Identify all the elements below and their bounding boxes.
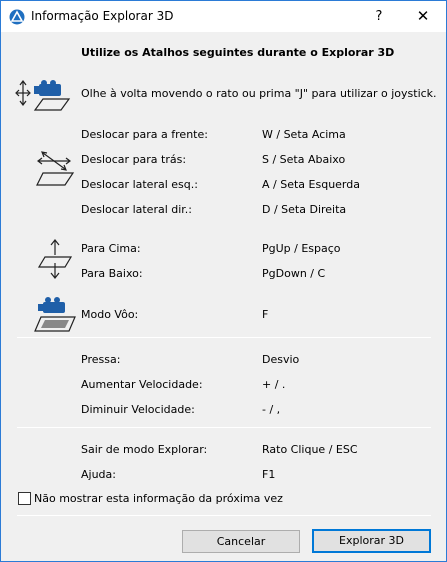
title-bar: Informação Explorar 3D ? ✕ (1, 1, 446, 32)
shortcut-key: D / Seta Direita (262, 203, 347, 216)
shortcut-key: - / , (262, 403, 281, 416)
shortcut-key: PgDown / C (262, 267, 326, 280)
shortcut-action: Pressa: (81, 353, 121, 366)
fly-mode-camera-icon (34, 297, 76, 332)
movement-arrows-icon (36, 151, 75, 186)
shortcut-action: Deslocar lateral esq.: (81, 178, 198, 191)
shortcut-key: F1 (262, 468, 276, 481)
dont-show-again-label[interactable]: Não mostrar esta informação da próxima v… (34, 492, 283, 505)
explore-3d-button[interactable]: Explorar 3D (312, 529, 431, 553)
shortcut-key: S / Seta Abaixo (262, 153, 346, 166)
separator (17, 515, 431, 516)
intro-text: Olhe à volta movendo o rato ou prima "J"… (81, 87, 437, 100)
shortcut-key: Rato Clique / ESC (262, 443, 358, 456)
separator (17, 337, 431, 338)
shortcut-action: Modo Vôo: (81, 308, 139, 321)
shortcut-key: F (262, 308, 269, 321)
shortcut-action: Sair de modo Explorar: (81, 443, 208, 456)
shortcut-action: Deslocar para trás: (81, 153, 187, 166)
shortcut-key: Desvio (262, 353, 300, 366)
cancel-button[interactable]: Cancelar (182, 530, 300, 553)
shortcut-action: Diminuir Velocidade: (81, 403, 195, 416)
separator (17, 427, 431, 428)
dont-show-again-checkbox[interactable] (18, 492, 31, 505)
window-title: Informação Explorar 3D (31, 9, 174, 23)
shortcut-action: Ajuda: (81, 468, 116, 481)
shortcut-key: + / . (262, 378, 286, 391)
shortcut-key: PgUp / Espaço (262, 242, 341, 255)
shortcuts-heading: Utilize os Atalhos seguintes durante o E… (81, 46, 395, 59)
archicad-app-icon (9, 9, 25, 25)
up-down-arrows-icon (37, 239, 73, 279)
shortcut-action: Deslocar para a frente: (81, 128, 208, 141)
shortcut-action: Para Cima: (81, 242, 141, 255)
shortcut-key: A / Seta Esquerda (262, 178, 360, 191)
close-button[interactable]: ✕ (401, 1, 445, 32)
shortcut-action: Para Baixo: (81, 267, 143, 280)
shortcut-action: Aumentar Velocidade: (81, 378, 203, 391)
shortcut-key: W / Seta Acima (262, 128, 346, 141)
help-button[interactable]: ? (365, 1, 393, 32)
shortcut-action: Deslocar lateral dir.: (81, 203, 193, 216)
look-around-camera-icon (15, 80, 71, 111)
dialog-window: Informação Explorar 3D ? ✕ Utilize os At… (0, 0, 447, 562)
